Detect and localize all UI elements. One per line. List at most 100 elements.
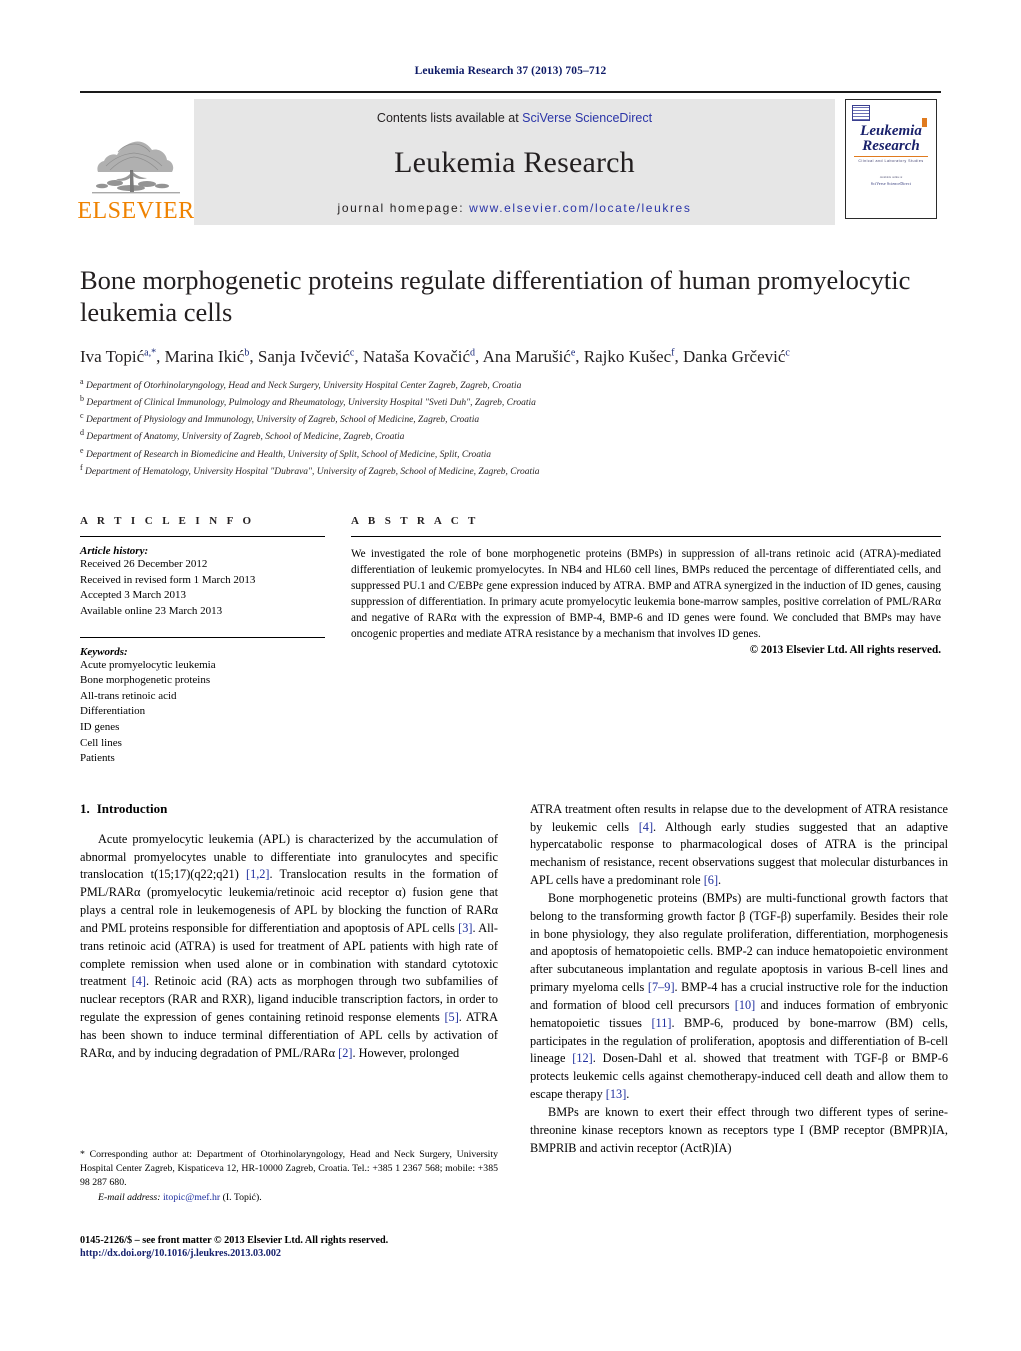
body-columns: 1. Introduction Acute promyelocytic leuke… xyxy=(80,801,948,1158)
keyword-item: ID genes xyxy=(80,720,120,733)
intro-paragraph-right-2: Bone morphogenetic proteins (BMPs) are m… xyxy=(530,890,948,1102)
divider xyxy=(351,536,941,538)
intro-paragraph-right-1: ATRA treatment often results in relapse … xyxy=(530,801,948,888)
affiliation-marker: f xyxy=(80,462,83,472)
abstract-heading: A B S T R A C T xyxy=(351,515,479,528)
cover-flag-icon xyxy=(922,118,927,127)
homepage-line: journal homepage: www.elsevier.com/locat… xyxy=(338,201,692,215)
cover-rule xyxy=(854,155,928,158)
affiliation-line: f Department of Hematology, University H… xyxy=(80,462,540,478)
cover-subtitle: Clinical and Laboratory Studies xyxy=(858,159,924,164)
cover-mini-label: Available online at xyxy=(879,175,903,180)
abstract-column: A B S T R A C T We investigated the role… xyxy=(351,515,941,767)
abstract-copyright: © 2013 Elsevier Ltd. All rights reserved… xyxy=(749,644,941,657)
article-history-item: Received 26 December 2012 xyxy=(80,558,208,571)
divider xyxy=(80,636,325,638)
citation-link[interactable]: [2] xyxy=(338,1046,352,1060)
affiliation-line: a Department of Otorhinolaryngology, Hea… xyxy=(80,376,522,391)
cover-mini-label2: SciVerse ScienceDirect xyxy=(870,182,912,187)
keyword-item: Acute promyelocytic leukemia xyxy=(80,658,216,671)
divider xyxy=(80,536,325,538)
doi-link[interactable]: http://dx.doi.org/10.1016/j.leukres.2013… xyxy=(80,1248,510,1259)
article-info-column: A R T I C L E I N F O Article history: R… xyxy=(80,515,325,767)
imprint-block: 0145-2126/$ – see front matter © 2013 El… xyxy=(80,1233,510,1259)
author-affiliation-marker: f xyxy=(671,346,675,358)
running-head: Leukemia Research 37 (2013) 705–712 xyxy=(414,65,607,77)
article-history-item: Received in revised form 1 March 2013 xyxy=(80,573,256,586)
journal-title: Leukemia Research xyxy=(394,146,635,179)
affiliation-marker: a xyxy=(80,376,84,386)
author-name: Sanja Ivčevićc xyxy=(257,346,355,366)
intro-paragraph-left: Acute promyelocytic leukemia (APL) is ch… xyxy=(80,831,498,1060)
cover-title-line2: Research xyxy=(862,138,920,155)
keyword-item: Patients xyxy=(80,752,115,765)
keywords-label: Keywords: xyxy=(80,645,128,658)
affiliation-line: c Department of Physiology and Immunolog… xyxy=(80,411,480,426)
article-history-item: Accepted 3 March 2013 xyxy=(80,589,186,602)
keywords-block: Keywords: Acute promyelocytic leukemia Bo… xyxy=(80,636,325,767)
section-heading-introduction: 1. Introduction xyxy=(80,801,498,817)
contents-line: Contents lists available at SciVerse Sci… xyxy=(377,111,652,125)
author-affiliation-marker: a,* xyxy=(144,346,157,358)
author-name: Danka Grčevićc xyxy=(682,346,790,366)
author-affiliation-marker: e xyxy=(570,346,576,358)
intro-paragraph-right-3: BMPs are known to exert their effect thr… xyxy=(530,1104,948,1155)
journal-cover-thumbnail: Leukemia Research Clinical and Laborator… xyxy=(845,99,941,225)
cover-title-line1: Leukemia xyxy=(860,123,922,139)
citation-link[interactable]: [12] xyxy=(572,1051,593,1065)
affiliation-line: e Department of Research in Biomedicine … xyxy=(80,445,492,460)
affiliation-marker: b xyxy=(80,394,84,404)
citation-link[interactable]: [11] xyxy=(651,1016,671,1030)
citation-link[interactable]: [10] xyxy=(735,998,756,1012)
keyword-item: Bone morphogenetic proteins xyxy=(80,674,211,687)
homepage-url[interactable]: www.elsevier.com/locate/leukres xyxy=(469,201,691,215)
title-block: Bone morphogenetic proteins regulate dif… xyxy=(80,265,941,479)
paper-page: Leukemia Research 37 (2013) 705–712 ELSE… xyxy=(0,0,1021,1351)
cover-publisher-icon xyxy=(852,105,870,121)
citation-link[interactable]: [3] xyxy=(458,921,472,935)
affiliation-line: d Department of Anatomy, University of Z… xyxy=(80,428,405,443)
section-title: Introduction xyxy=(96,800,168,816)
author-affiliation-marker: d xyxy=(470,346,475,358)
article-history-lines: Received 26 December 2012 Received in rev… xyxy=(80,557,325,619)
email-owner: (I. Topić). xyxy=(222,1191,262,1203)
citation-link[interactable]: [5] xyxy=(444,1010,458,1024)
author-name: Ana Marušiće xyxy=(482,346,576,366)
author-affiliation-marker: c xyxy=(785,346,790,358)
body-column-right: ATRA treatment often results in relapse … xyxy=(530,801,948,1158)
author-name: Iva Topića,* xyxy=(80,346,157,366)
author-name: Nataša Kovačićd xyxy=(362,346,475,366)
journal-banner: Contents lists available at SciVerse Sci… xyxy=(194,99,835,225)
corresponding-author-note: * Corresponding author at: Department of… xyxy=(80,1149,498,1189)
author-name: Rajko Kušecf xyxy=(583,346,675,366)
affiliation-marker: e xyxy=(80,445,84,455)
email-note: E-mail address: itopic@mef.hr (I. Topić)… xyxy=(98,1191,498,1205)
journal-masthead: ELSEVIER Contents lists available at Sci… xyxy=(77,91,941,225)
citation-link[interactable]: [4] xyxy=(639,820,653,834)
contents-prefix: Contents lists available at xyxy=(376,111,523,125)
author-name: Marina Ikićb xyxy=(164,346,250,366)
citation-link[interactable]: [4] xyxy=(132,974,146,988)
abstract-text: We investigated the role of bone morphog… xyxy=(351,548,941,641)
citation-link[interactable]: [1,2] xyxy=(246,867,270,881)
sciencedirect-link[interactable]: SciVerse ScienceDirect xyxy=(522,111,652,125)
author-list: Iva Topića,*, Marina Ikićb, Sanja Ivčevi… xyxy=(80,346,790,366)
affiliation-line: b Department of Clinical Immunology, Pul… xyxy=(80,394,536,409)
author-affiliation-marker: b xyxy=(244,346,250,358)
affiliation-marker: d xyxy=(80,428,84,438)
article-history-item: Available online 23 March 2013 xyxy=(80,604,223,617)
keyword-item: All-trans retinoic acid xyxy=(80,689,177,702)
citation-link[interactable]: [6] xyxy=(704,873,718,887)
keyword-item: Cell lines xyxy=(80,736,122,749)
email-link[interactable]: itopic@mef.hr xyxy=(163,1192,220,1203)
page-title: Bone morphogenetic proteins regulate dif… xyxy=(80,265,911,327)
keyword-item: Differentiation xyxy=(80,705,146,718)
elsevier-logo: ELSEVIER xyxy=(77,99,194,225)
article-info-heading: A R T I C L E I N F O xyxy=(80,515,255,528)
affiliation-list: a Department of Otorhinolaryngology, Hea… xyxy=(80,376,941,479)
footnote-block: * Corresponding author at: Department of… xyxy=(80,1148,498,1205)
article-history-label: Article history: xyxy=(80,545,149,558)
citation-link[interactable]: [7–9] xyxy=(648,980,675,994)
elsevier-tree-icon xyxy=(92,141,180,194)
citation-link[interactable]: [13] xyxy=(606,1087,627,1101)
